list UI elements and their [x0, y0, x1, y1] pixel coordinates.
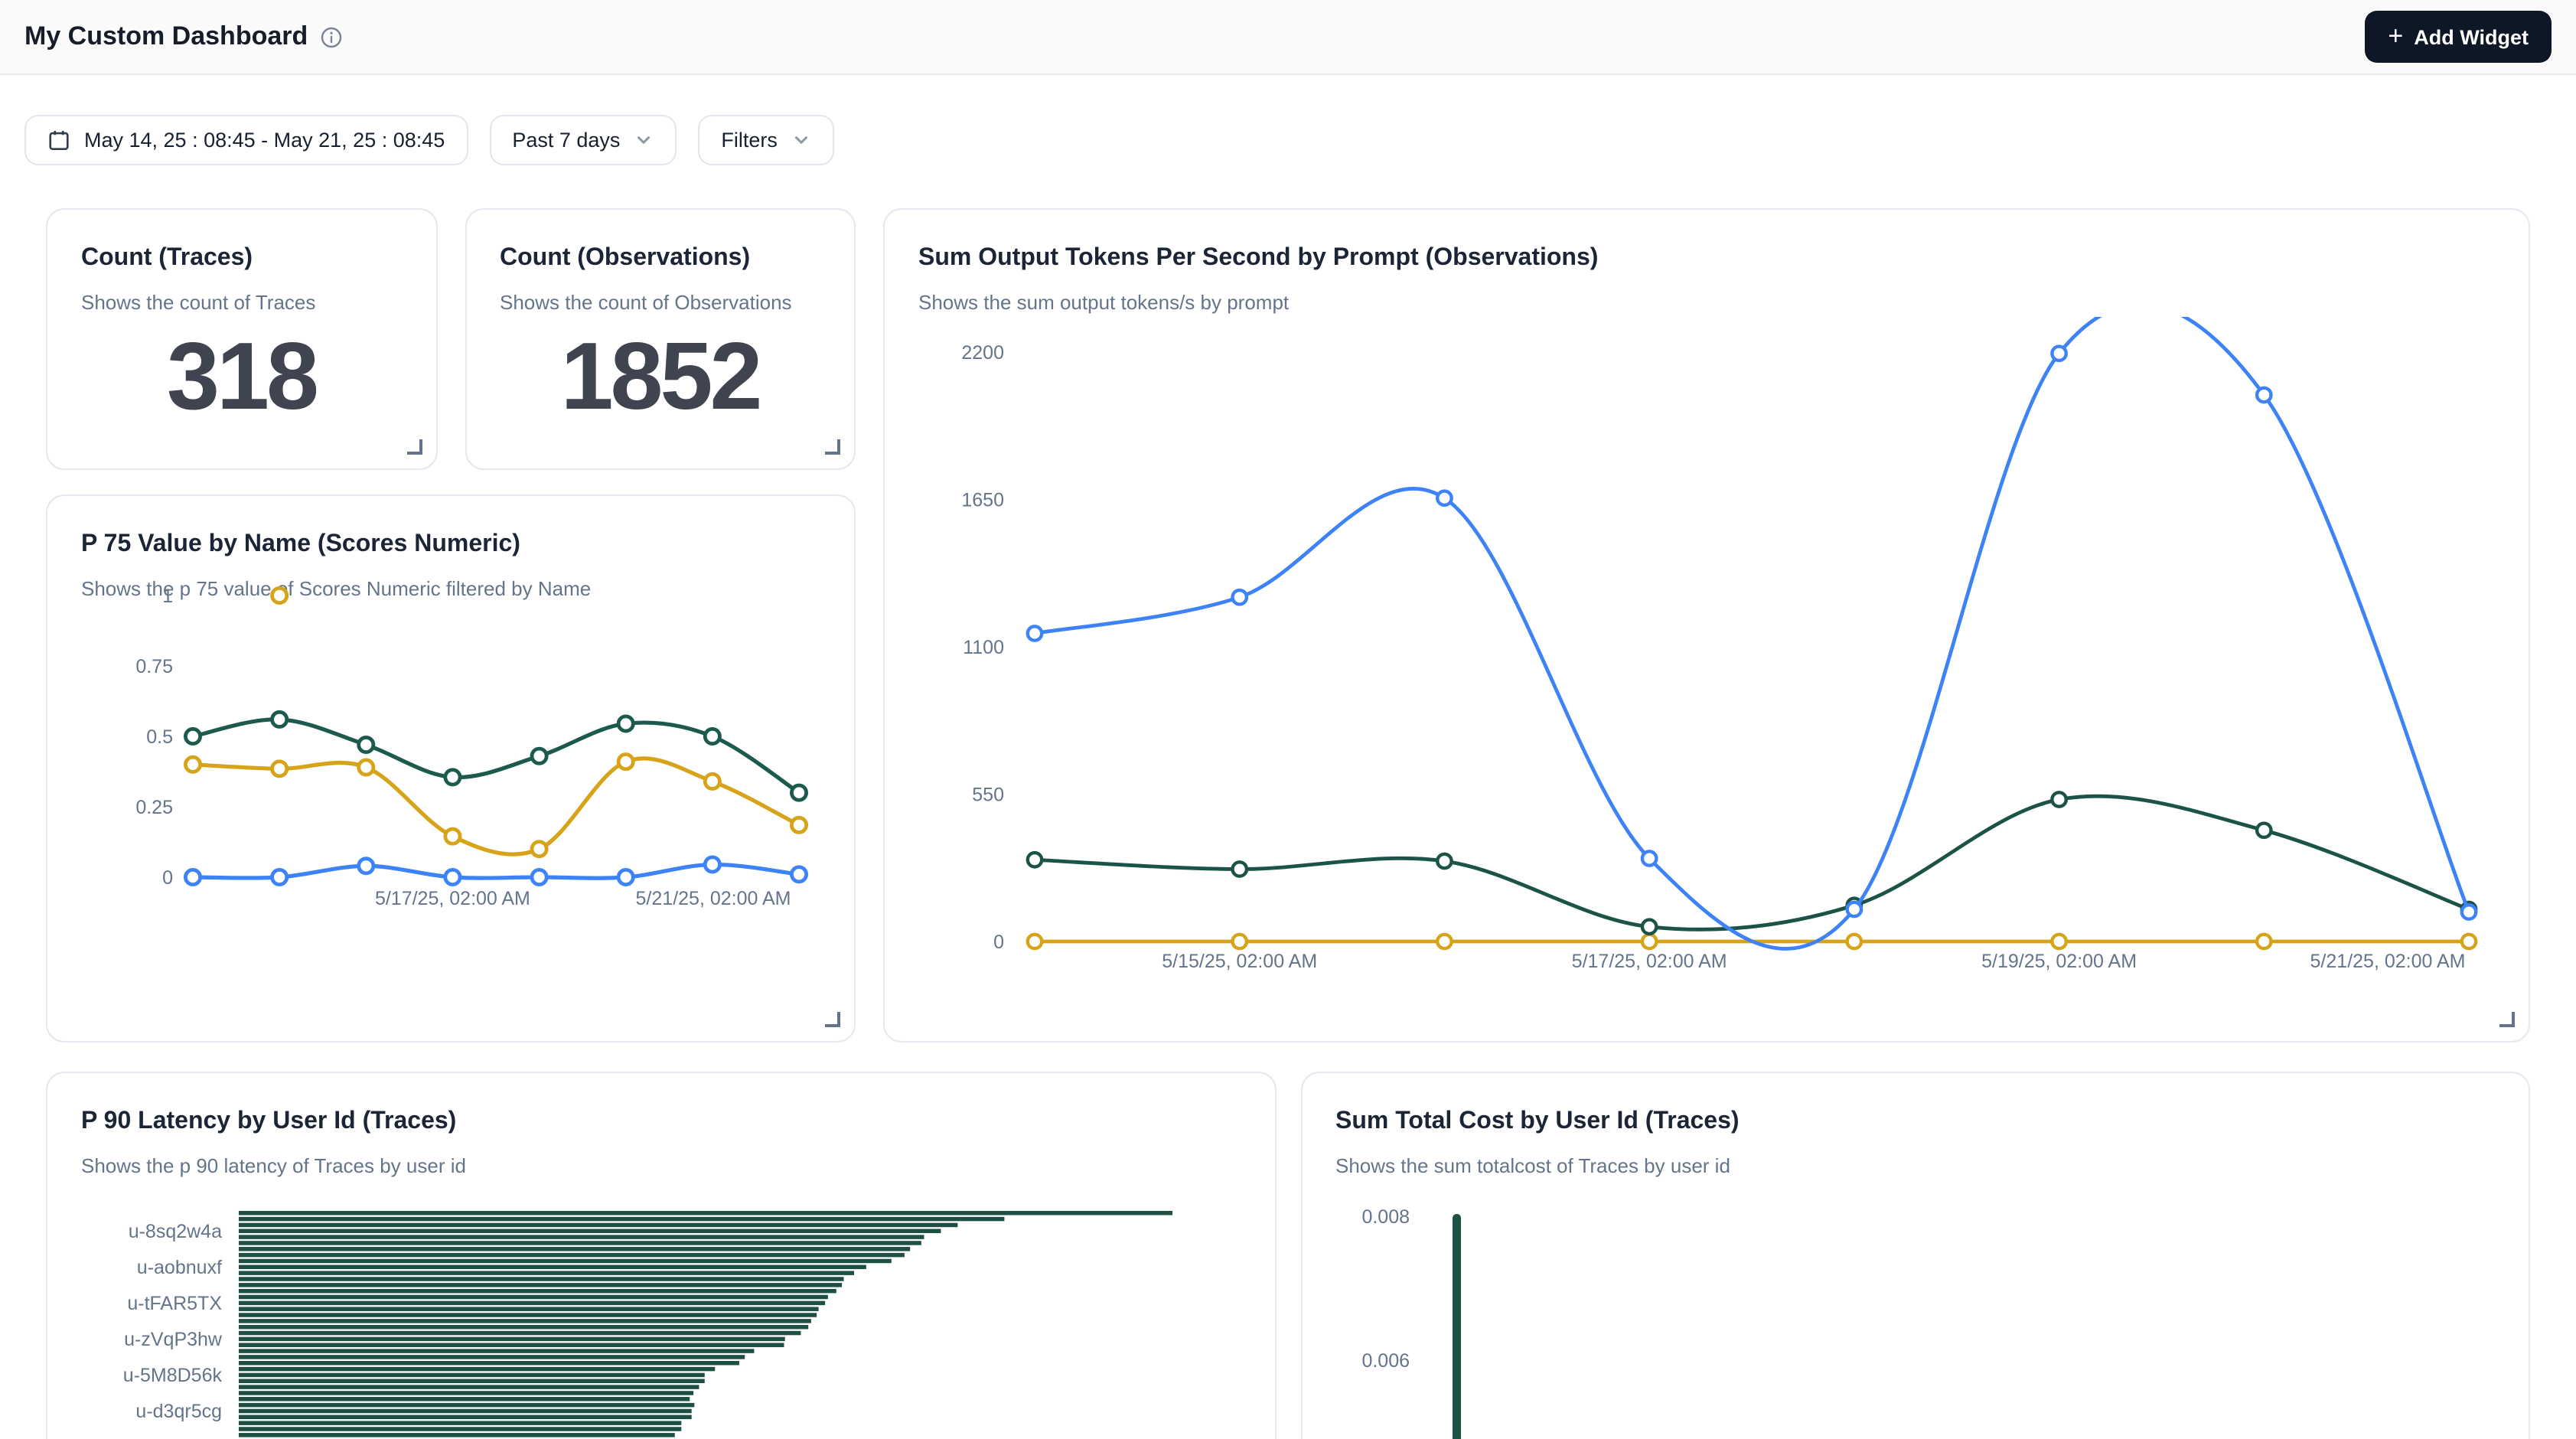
date-range-label: May 14, 25 : 08:45 - May 21, 25 : 08:45	[84, 129, 445, 152]
range-preset-select[interactable]: Past 7 days	[489, 115, 677, 165]
widget-title: Sum Total Cost by User Id (Traces)	[1335, 1107, 2495, 1137]
svg-text:u-d3qr5cg: u-d3qr5cg	[135, 1401, 222, 1422]
count-traces-value: 318	[167, 331, 316, 426]
svg-text:0.75: 0.75	[135, 656, 173, 677]
resize-handle-icon[interactable]	[825, 439, 840, 455]
svg-text:5/21/25, 02:00 AM: 5/21/25, 02:00 AM	[636, 888, 791, 909]
widget-description: Shows the sum output tokens/s by prompt	[918, 291, 2495, 317]
p75-line-chart: 0 0.25 0.5 0.75 1 5/17/25, 02:00 AM 5/21/25, 0…	[81, 573, 814, 955]
svg-text:u-tFAR5TX: u-tFAR5TX	[127, 1293, 222, 1314]
svg-text:u-5M8D56k: u-5M8D56k	[123, 1365, 223, 1386]
widget-grid: Count (Traces) Shows the count of Traces…	[46, 208, 2530, 1439]
widget-description: Shows the sum totalcost of Traces by use…	[1335, 1154, 2495, 1180]
plus-icon: +	[2388, 23, 2403, 49]
svg-text:u-8sq2w4a: u-8sq2w4a	[129, 1221, 222, 1242]
page-title: My Custom Dashboard	[24, 21, 308, 52]
page-header: My Custom Dashboard + Add Widget	[0, 0, 2576, 75]
tokens-line-chart: 0 550 1100 1650 2200 5/15/25, 02:00 AM 5/17/25…	[915, 317, 2495, 975]
widget-description: Shows the p 90 latency of Traces by user…	[81, 1154, 1241, 1180]
info-icon[interactable]	[320, 25, 343, 48]
count-observations-value: 1852	[561, 331, 760, 426]
dashboard-page: My Custom Dashboard + Add Widget	[0, 0, 2576, 1439]
toolbar: May 14, 25 : 08:45 - May 21, 25 : 08:45 …	[24, 115, 2552, 165]
calendar-icon	[47, 129, 70, 152]
add-widget-button[interactable]: + Add Widget	[2365, 11, 2552, 63]
svg-text:550: 550	[972, 785, 1004, 806]
resize-handle-icon[interactable]	[406, 439, 422, 455]
widget-count-traces: Count (Traces) Shows the count of Traces…	[46, 208, 437, 470]
widget-description: Shows the count of Traces	[81, 291, 402, 317]
widget-title: P 90 Latency by User Id (Traces)	[81, 1107, 1241, 1137]
widget-total-cost-chart: Sum Total Cost by User Id (Traces) Shows…	[1300, 1072, 2530, 1439]
p90-bar-chart: u-8sq2w4a u-aobnuxf u-tFAR5TX u-zVqP3hw u-5M…	[78, 1211, 1238, 1439]
svg-text:2200: 2200	[961, 342, 1004, 364]
filters-label: Filters	[721, 129, 778, 152]
resize-handle-icon[interactable]	[2499, 1012, 2515, 1027]
widget-tokens-chart: Sum Output Tokens Per Second by Prompt (…	[883, 208, 2530, 1043]
total-cost-bar-chart: 0.008 0.006	[1332, 1180, 2493, 1439]
widget-p75-value-chart: P 75 Value by Name (Scores Numeric) Show…	[46, 494, 856, 1043]
svg-text:1650: 1650	[961, 490, 1004, 511]
widget-count-observations: Count (Observations) Shows the count of …	[465, 208, 856, 470]
svg-text:0.5: 0.5	[146, 726, 173, 748]
svg-text:0: 0	[162, 867, 173, 889]
widget-description: Shows the count of Observations	[500, 291, 820, 317]
add-widget-label: Add Widget	[2414, 25, 2529, 48]
widget-title: P 75 Value by Name (Scores Numeric)	[81, 530, 820, 560]
range-preset-label: Past 7 days	[512, 129, 620, 152]
svg-text:u-aobnuxf: u-aobnuxf	[137, 1257, 222, 1278]
widget-title: Sum Output Tokens Per Second by Prompt (…	[918, 243, 2495, 274]
svg-text:0.008: 0.008	[1361, 1206, 1409, 1228]
svg-text:0: 0	[993, 932, 1004, 953]
filters-button[interactable]: Filters	[698, 115, 834, 165]
svg-text:5/19/25, 02:00 AM: 5/19/25, 02:00 AM	[1981, 951, 2137, 972]
svg-text:5/17/25, 02:00 AM: 5/17/25, 02:00 AM	[375, 888, 530, 909]
widget-title: Count (Observations)	[500, 243, 820, 274]
svg-text:u-zVqP3hw: u-zVqP3hw	[124, 1329, 223, 1350]
chevron-down-icon	[791, 130, 811, 150]
widget-title: Count (Traces)	[81, 243, 402, 274]
svg-text:1100: 1100	[963, 637, 1004, 658]
resize-handle-icon[interactable]	[825, 1012, 840, 1027]
widget-p90-latency-chart: P 90 Latency by User Id (Traces) Shows t…	[46, 1072, 1276, 1439]
chevron-down-icon	[634, 130, 654, 150]
svg-text:5/15/25, 02:00 AM: 5/15/25, 02:00 AM	[1162, 951, 1317, 972]
svg-text:0.25: 0.25	[135, 797, 173, 818]
svg-text:5/21/25, 02:00 AM: 5/21/25, 02:00 AM	[2310, 951, 2466, 972]
svg-text:0.006: 0.006	[1361, 1350, 1409, 1372]
svg-text:5/17/25, 02:00 AM: 5/17/25, 02:00 AM	[1572, 951, 1727, 972]
svg-text:1: 1	[162, 586, 173, 607]
date-range-picker[interactable]: May 14, 25 : 08:45 - May 21, 25 : 08:45	[24, 115, 468, 165]
